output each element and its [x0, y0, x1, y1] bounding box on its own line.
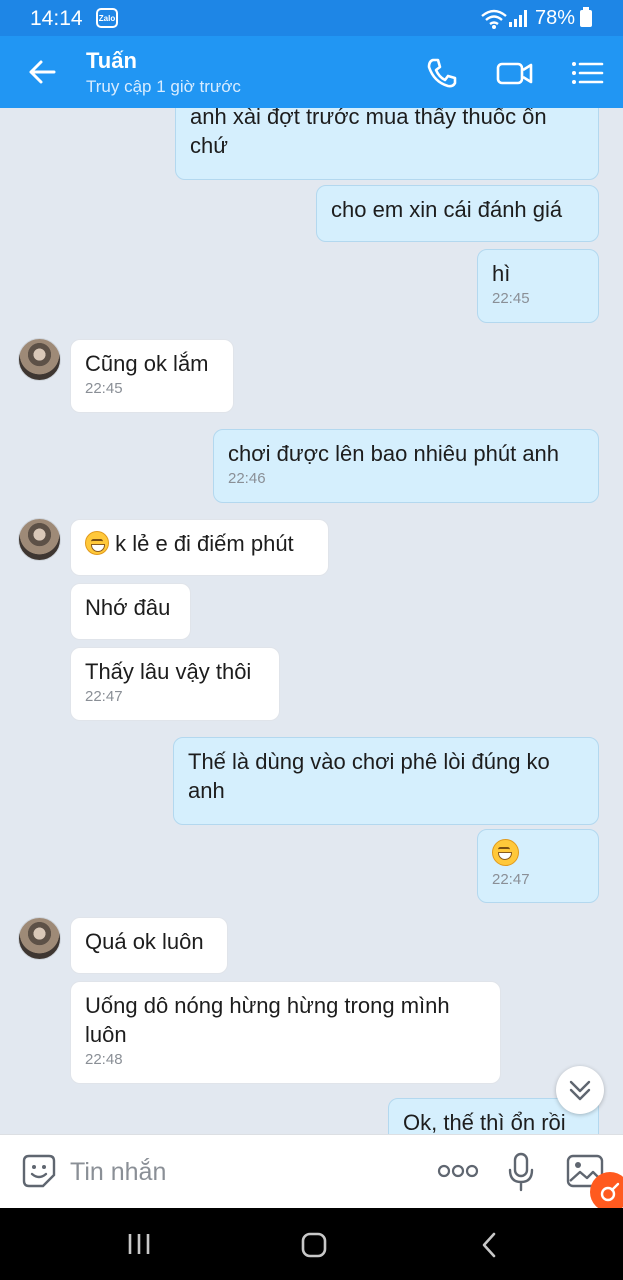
- scroll-down-button[interactable]: [556, 1066, 604, 1114]
- contact-avatar[interactable]: [18, 518, 61, 561]
- link-icon: [600, 1182, 620, 1202]
- phone-icon[interactable]: [425, 56, 459, 90]
- message-text: chơi được lên bao nhiêu phút anh: [228, 441, 560, 466]
- message-time: 22:46: [228, 470, 266, 487]
- recent-apps-icon[interactable]: [126, 1232, 152, 1256]
- contact-avatar[interactable]: [18, 917, 61, 960]
- scroll-down-icon: [569, 1080, 591, 1101]
- message-bubble-incoming[interactable]: Thấy lâu vậy thôi 22:47: [70, 647, 280, 721]
- message-bubble-incoming[interactable]: k lẻ e đi điếm phút: [70, 519, 329, 576]
- message-bubble-incoming[interactable]: Uống dô nóng hừng hừng trong mình luôn 2…: [70, 981, 501, 1084]
- grinning-emoji: [492, 839, 519, 866]
- message-bubble-outgoing[interactable]: anh xài đợt trước mua thấy thuốc ổn chứ: [175, 108, 599, 180]
- message-text: Quá ok luôn: [85, 929, 204, 954]
- message-bubble-incoming[interactable]: Cũng ok lắm 22:45: [70, 339, 234, 413]
- message-bubble-outgoing[interactable]: chơi được lên bao nhiêu phút anh 22:46: [213, 429, 599, 503]
- battery-percent: 78%: [535, 7, 576, 29]
- message-bubble-outgoing[interactable]: cho em xin cái đánh giá: [316, 185, 599, 242]
- message-text: cho em xin cái đánh giá: [331, 197, 563, 222]
- more-dots-icon[interactable]: [437, 1162, 479, 1180]
- message-list[interactable]: anh xài đợt trước mua thấy thuốc ổn chứ …: [0, 108, 623, 1134]
- last-seen-status: Truy cập 1 giờ trước: [86, 77, 241, 96]
- message-bubble-incoming[interactable]: Nhớ đâu: [70, 583, 191, 640]
- video-call-icon[interactable]: [496, 56, 534, 90]
- wifi-icon: [481, 9, 507, 29]
- message-text: anh xài đợt trước mua thấy thuốc ổn chứ: [190, 108, 547, 158]
- back-arrow-icon[interactable]: [26, 56, 58, 88]
- chat-header: Tuấn Truy cập 1 giờ trước: [0, 36, 623, 108]
- message-time: 22:47: [85, 688, 123, 705]
- zalo-notification-icon: Zalo: [96, 8, 118, 28]
- message-time: 22:45: [492, 290, 530, 307]
- message-text: hì: [492, 261, 511, 286]
- message-input[interactable]: Tin nhắn: [70, 1158, 166, 1187]
- message-time: 22:48: [85, 1051, 123, 1068]
- grinning-sweat-emoji: [85, 531, 109, 555]
- message-bubble-incoming[interactable]: Quá ok luôn: [70, 917, 228, 974]
- home-icon[interactable]: [300, 1231, 328, 1259]
- message-text: k lẻ e đi điếm phút: [115, 531, 294, 556]
- message-time: 22:47: [492, 871, 530, 888]
- message-time: 22:45: [85, 380, 123, 397]
- status-bar: 14:14 Zalo 78%: [0, 0, 623, 36]
- microphone-icon[interactable]: [507, 1152, 535, 1192]
- message-text: Nhớ đâu: [85, 595, 171, 620]
- floating-action-button[interactable]: [590, 1172, 623, 1212]
- list-menu-icon[interactable]: [570, 56, 604, 90]
- status-time: 14:14: [30, 7, 83, 30]
- contact-avatar[interactable]: [18, 338, 61, 381]
- message-text: Cũng ok lắm: [85, 351, 209, 376]
- message-text: Uống dô nóng hừng hừng trong mình luôn: [85, 993, 450, 1047]
- battery-icon: [580, 7, 592, 27]
- sticker-icon[interactable]: [21, 1153, 57, 1189]
- system-nav-bar: [0, 1208, 623, 1280]
- message-text: Ok, thế thì ổn rồi: [403, 1110, 566, 1134]
- message-composer: Tin nhắn: [0, 1134, 623, 1209]
- message-bubble-outgoing[interactable]: Thế là dùng vào chơi phê lòi đúng ko anh: [173, 737, 599, 825]
- message-text: Thấy lâu vậy thôi: [85, 659, 252, 684]
- signal-icon: [509, 10, 527, 27]
- back-nav-icon[interactable]: [478, 1230, 500, 1260]
- message-bubble-outgoing[interactable]: 22:47: [477, 829, 599, 903]
- message-bubble-outgoing[interactable]: hì 22:45: [477, 249, 599, 323]
- message-text: Thế là dùng vào chơi phê lòi đúng ko anh: [188, 749, 550, 803]
- contact-name[interactable]: Tuấn: [86, 48, 137, 74]
